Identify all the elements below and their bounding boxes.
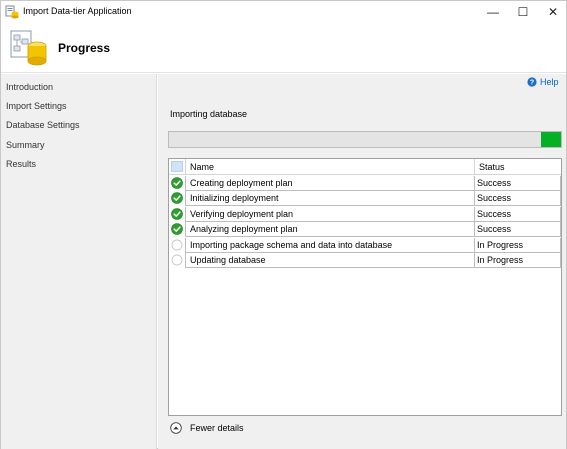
column-header-name[interactable]: Name — [185, 159, 474, 175]
collapse-chevron-icon — [170, 422, 182, 434]
nav-item-import-settings[interactable]: Import Settings — [6, 101, 67, 111]
fewer-details-label: Fewer details — [190, 423, 244, 433]
table-row[interactable]: Updating database In Progress — [169, 253, 561, 268]
help-link[interactable]: ? Help — [527, 77, 559, 87]
minimize-button[interactable]: — — [478, 1, 508, 23]
table-row[interactable]: Importing package schema and data into d… — [169, 237, 561, 253]
main-panel: ? Help Importing database Name Status Cr… — [158, 74, 566, 449]
nav-item-summary[interactable]: Summary — [6, 140, 45, 150]
success-check-icon — [171, 192, 183, 205]
import-wizard-window: Import Data-tier Application — ☐ ✕ Progr… — [0, 0, 567, 449]
step-status: Success — [474, 222, 561, 238]
title-bar[interactable]: Import Data-tier Application — ☐ ✕ — [1, 1, 566, 23]
page-title: Progress — [58, 41, 111, 55]
success-check-icon — [171, 177, 183, 189]
step-status: Success — [474, 206, 561, 222]
wizard-header: Progress — [1, 23, 566, 73]
operation-label: Importing database — [170, 109, 248, 119]
table-row[interactable]: Initializing deployment Success — [169, 191, 561, 207]
step-status: Success — [474, 176, 561, 191]
close-icon: ✕ — [547, 5, 559, 19]
progress-fill — [541, 132, 561, 147]
table-row[interactable]: Verifying deployment plan Success — [169, 206, 561, 222]
help-label: Help — [540, 77, 559, 87]
pending-circle-icon — [171, 239, 183, 251]
success-check-icon — [171, 223, 183, 235]
success-check-icon — [171, 207, 183, 220]
help-icon: ? — [527, 77, 537, 87]
grid-header: Name Status — [169, 159, 561, 175]
table-row[interactable]: Analyzing deployment plan Success — [169, 222, 561, 238]
step-status: In Progress — [474, 253, 561, 268]
database-wizard-icon — [10, 30, 47, 66]
maximize-icon: ☐ — [517, 5, 529, 19]
table-row[interactable]: Creating deployment plan Success — [169, 176, 561, 191]
step-status: Success — [474, 191, 561, 207]
step-name: Analyzing deployment plan — [185, 222, 474, 238]
step-name: Verifying deployment plan — [185, 206, 474, 222]
step-name: Updating database — [185, 253, 474, 268]
steps-grid: Name Status Creating deployment plan Succ… — [168, 158, 562, 416]
step-status: In Progress — [474, 237, 561, 253]
wizard-nav: Introduction Import Settings Database Se… — [1, 74, 157, 449]
step-name: Creating deployment plan — [185, 176, 474, 191]
nav-item-introduction[interactable]: Introduction — [6, 82, 53, 92]
select-all-cell[interactable] — [171, 161, 183, 172]
step-name: Importing package schema and data into d… — [185, 237, 474, 253]
fewer-details-button[interactable]: Fewer details — [170, 422, 244, 434]
app-icon — [5, 5, 19, 19]
nav-item-results[interactable]: Results — [6, 159, 36, 169]
pending-circle-icon — [171, 254, 183, 266]
step-name: Initializing deployment — [185, 191, 474, 207]
column-header-status[interactable]: Status — [474, 159, 561, 175]
nav-item-database-settings[interactable]: Database Settings — [6, 120, 80, 130]
svg-text:?: ? — [530, 80, 534, 87]
close-button[interactable]: ✕ — [538, 1, 567, 23]
window-title: Import Data-tier Application — [23, 6, 132, 16]
minimize-icon: — — [487, 5, 499, 19]
progress-bar — [168, 131, 562, 148]
maximize-button[interactable]: ☐ — [508, 1, 538, 23]
